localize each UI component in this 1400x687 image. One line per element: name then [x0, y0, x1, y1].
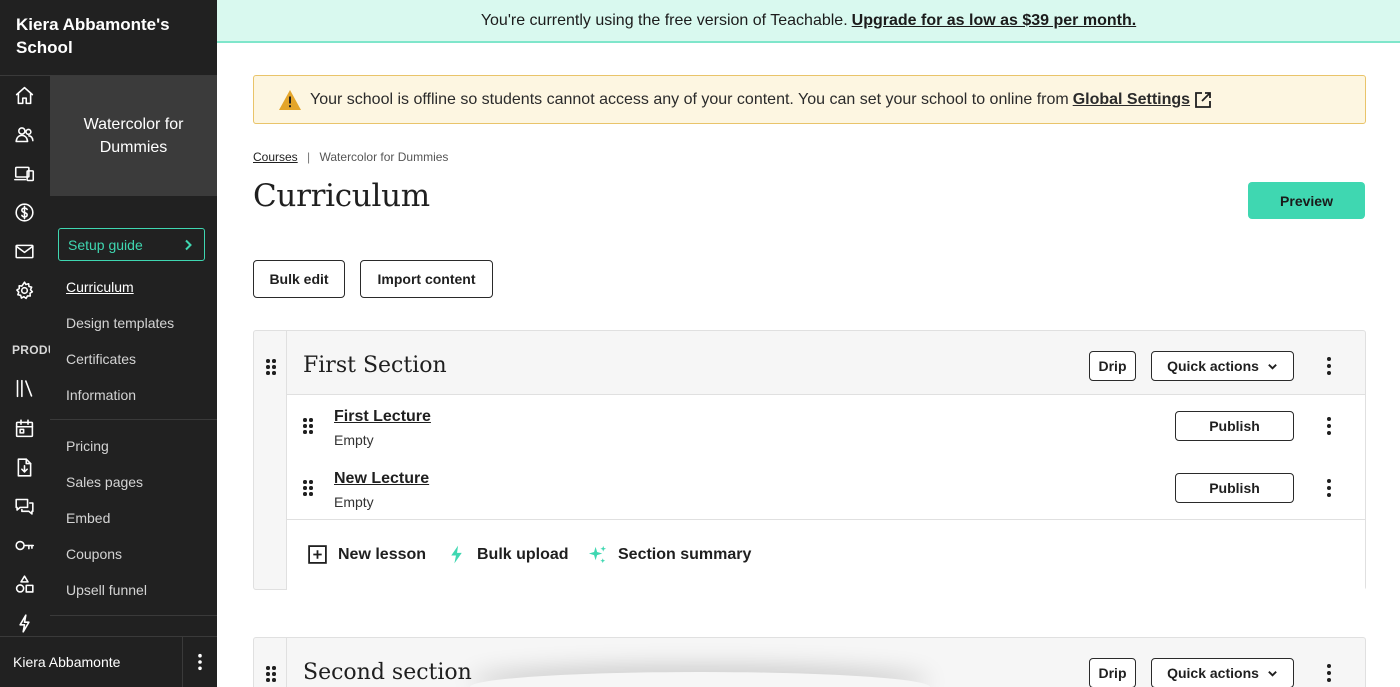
- calendar-icon[interactable]: [12, 416, 37, 441]
- bulk-upload-button[interactable]: Bulk upload: [446, 544, 569, 565]
- section-title[interactable]: Second section: [303, 660, 472, 685]
- section-more-icon[interactable]: [1319, 661, 1339, 685]
- nav-item-sales-pages[interactable]: Sales pages: [66, 474, 143, 490]
- bulk-edit-button[interactable]: Bulk edit: [253, 260, 345, 298]
- user-menu-button[interactable]: [182, 636, 217, 687]
- nav-item-design-templates[interactable]: Design templates: [66, 315, 174, 331]
- breadcrumb-separator: |: [307, 150, 311, 164]
- mail-icon[interactable]: [12, 239, 37, 264]
- section-summary-label: Section summary: [618, 545, 752, 563]
- upgrade-banner: You're currently using the free version …: [217, 0, 1400, 43]
- lecture-title[interactable]: New Lecture: [334, 470, 429, 488]
- publish-button[interactable]: Publish: [1175, 411, 1294, 441]
- course-title: Watercolor for Dummies: [83, 116, 184, 156]
- quick-actions-label: Quick actions: [1167, 358, 1259, 374]
- user-name[interactable]: Kiera Abbamonte: [0, 654, 182, 670]
- chat-icon[interactable]: [12, 494, 37, 519]
- chevron-down-icon: [1268, 363, 1277, 370]
- lecture-row[interactable]: First Lecture Empty Publish: [287, 395, 1365, 458]
- bulk-upload-label: Bulk upload: [477, 545, 569, 563]
- setup-guide-button[interactable]: Setup guide: [58, 228, 205, 261]
- quick-actions-button[interactable]: Quick actions: [1151, 658, 1294, 687]
- banner-text: You're currently using the free version …: [480, 11, 848, 29]
- sparkle-icon: [588, 545, 607, 564]
- lecture-more-icon[interactable]: [1319, 476, 1339, 500]
- drag-handle-icon: [266, 359, 276, 375]
- lecture-more-icon[interactable]: [1319, 414, 1339, 438]
- lecture-row[interactable]: New Lecture Empty Publish: [287, 457, 1365, 520]
- nav-item-pricing[interactable]: Pricing: [66, 438, 109, 454]
- curriculum-section: First Section Drip Quick actions First L…: [253, 330, 1366, 590]
- shapes-icon[interactable]: [12, 572, 37, 597]
- rail-section-label: PRODUCTS: [12, 343, 50, 357]
- warning-text: Your school is offline so students canno…: [310, 90, 1069, 108]
- section-summary-button[interactable]: Section summary: [587, 544, 751, 565]
- user-footer: Kiera Abbamonte: [0, 636, 217, 687]
- lightning-icon: [451, 545, 462, 564]
- global-settings-link[interactable]: Global Settings: [1073, 91, 1190, 109]
- nav-item-curriculum[interactable]: Curriculum: [66, 279, 134, 295]
- library-icon[interactable]: [12, 376, 37, 401]
- breadcrumb-current: Watercolor for Dummies: [319, 150, 449, 164]
- section-drag-handle[interactable]: [254, 638, 287, 687]
- nav-item-embed[interactable]: Embed: [66, 510, 110, 526]
- section-header: Second section Drip Quick actions: [287, 638, 1365, 687]
- devices-icon[interactable]: [12, 161, 37, 186]
- drip-button[interactable]: Drip: [1089, 351, 1136, 381]
- breadcrumb-courses-link[interactable]: Courses: [253, 150, 298, 164]
- nav-divider: [50, 615, 217, 616]
- nav-item-information[interactable]: Information: [66, 387, 136, 403]
- section-more-icon[interactable]: [1319, 354, 1339, 378]
- gear-icon[interactable]: [12, 278, 37, 303]
- quick-actions-button[interactable]: Quick actions: [1151, 351, 1294, 381]
- external-link-icon[interactable]: [1193, 90, 1213, 110]
- import-content-button[interactable]: Import content: [360, 260, 493, 298]
- plus-square-icon: [308, 545, 327, 564]
- users-icon[interactable]: [12, 122, 37, 147]
- offline-warning: Your school is offline so students canno…: [253, 75, 1366, 124]
- download-icon[interactable]: [12, 455, 37, 480]
- warning-icon: [279, 89, 301, 110]
- lecture-status: Empty: [334, 494, 374, 510]
- drag-handle-icon[interactable]: [303, 418, 313, 434]
- preview-button[interactable]: Preview: [1248, 182, 1365, 219]
- upgrade-link[interactable]: Upgrade for as low as $39 per month.: [852, 12, 1137, 30]
- nav-item-certificates[interactable]: Certificates: [66, 351, 136, 367]
- kebab-icon: [198, 653, 202, 671]
- section-drag-handle[interactable]: [254, 331, 287, 589]
- section-actions: New lesson Bulk upload Section summary: [287, 520, 1365, 590]
- curriculum-section: Second section Drip Quick actions: [253, 637, 1366, 687]
- lightning-icon[interactable]: [12, 611, 37, 636]
- drag-handle-icon: [266, 666, 276, 682]
- breadcrumb: Courses | Watercolor for Dummies: [253, 150, 448, 164]
- course-header[interactable]: Watercolor for Dummies: [50, 76, 217, 196]
- lecture-title[interactable]: First Lecture: [334, 408, 431, 426]
- drag-handle-icon[interactable]: [303, 480, 313, 496]
- course-panel: Watercolor for Dummies Setup guide Curri…: [50, 76, 217, 636]
- nav-divider: [50, 419, 217, 420]
- chevron-down-icon: [1268, 670, 1277, 677]
- school-name[interactable]: Kiera Abbamonte's School: [16, 13, 201, 59]
- setup-guide-label: Setup guide: [68, 236, 143, 253]
- section-header: First Section Drip Quick actions: [287, 331, 1365, 395]
- chevron-right-icon: [185, 239, 192, 250]
- drip-button[interactable]: Drip: [1089, 658, 1136, 687]
- nav-item-upsell-funnel[interactable]: Upsell funnel: [66, 582, 147, 598]
- home-icon[interactable]: [12, 83, 37, 108]
- new-lesson-button[interactable]: New lesson: [307, 544, 426, 565]
- new-lesson-label: New lesson: [338, 545, 427, 563]
- school-header[interactable]: Kiera Abbamonte's School: [0, 0, 217, 76]
- quick-actions-label: Quick actions: [1167, 665, 1259, 681]
- icon-rail: PRODUCTS: [0, 76, 50, 636]
- lecture-status: Empty: [334, 432, 374, 448]
- publish-button[interactable]: Publish: [1175, 473, 1294, 503]
- page-title: Curriculum: [253, 178, 430, 214]
- dollar-icon[interactable]: [12, 200, 37, 225]
- key-icon[interactable]: [12, 533, 37, 558]
- section-title[interactable]: First Section: [303, 353, 447, 378]
- nav-item-coupons[interactable]: Coupons: [66, 546, 122, 562]
- sidebar: Kiera Abbamonte's School PRODUCTS: [0, 0, 217, 687]
